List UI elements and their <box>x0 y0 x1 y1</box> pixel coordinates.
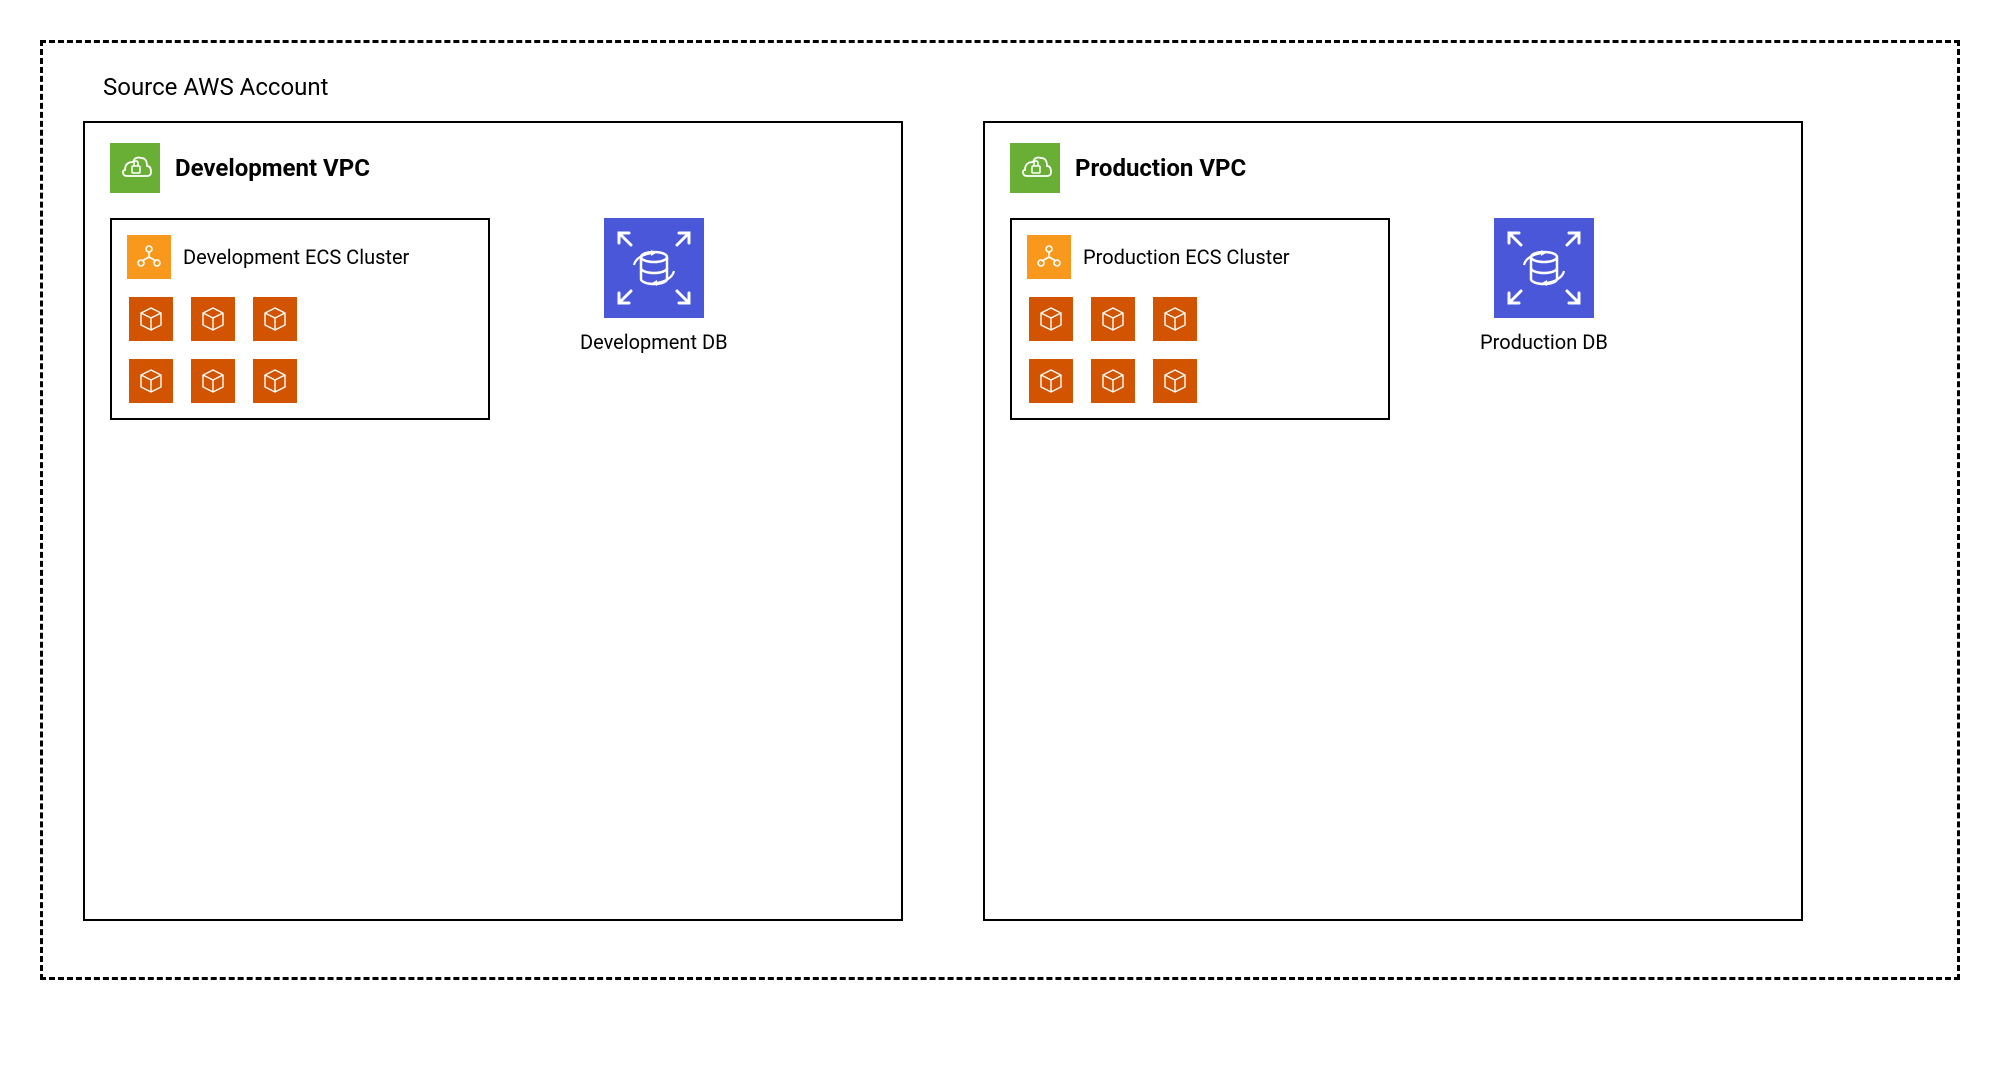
vpc-content: Production ECS Cluster <box>1010 218 1776 420</box>
database-icon <box>604 218 704 318</box>
vpc-title: Production VPC <box>1075 154 1246 182</box>
vpc-icon <box>1010 143 1060 193</box>
account-title: Source AWS Account <box>103 73 1917 101</box>
container-icon <box>1029 297 1073 341</box>
db-section-development: Development DB <box>580 218 728 354</box>
container-icon <box>1029 359 1073 403</box>
container-icon <box>1153 297 1197 341</box>
container-icon <box>253 297 297 341</box>
ecs-header: Development ECS Cluster <box>127 235 473 279</box>
vpc-header: Development VPC <box>110 143 876 193</box>
vpcs-row: Development VPC <box>83 121 1917 921</box>
ecs-cluster-production: Production ECS Cluster <box>1010 218 1390 420</box>
vpc-development: Development VPC <box>83 121 903 921</box>
vpc-icon <box>110 143 160 193</box>
container-grid <box>1029 297 1373 403</box>
db-label: Development DB <box>580 330 728 354</box>
ecs-cluster-title: Production ECS Cluster <box>1083 245 1290 269</box>
db-label: Production DB <box>1480 330 1608 354</box>
container-icon <box>1153 359 1197 403</box>
container-icon <box>253 359 297 403</box>
database-icon <box>1494 218 1594 318</box>
ecs-icon <box>127 235 171 279</box>
container-icon <box>129 359 173 403</box>
db-section-production: Production DB <box>1480 218 1608 354</box>
vpc-content: Development ECS Cluster <box>110 218 876 420</box>
container-grid <box>129 297 473 403</box>
vpc-production: Production VPC <box>983 121 1803 921</box>
container-icon <box>1091 359 1135 403</box>
container-icon <box>191 297 235 341</box>
aws-account-container: Source AWS Account Development VPC <box>40 40 1960 980</box>
ecs-header: Production ECS Cluster <box>1027 235 1373 279</box>
container-icon <box>129 297 173 341</box>
container-icon <box>1091 297 1135 341</box>
ecs-cluster-development: Development ECS Cluster <box>110 218 490 420</box>
container-icon <box>191 359 235 403</box>
vpc-header: Production VPC <box>1010 143 1776 193</box>
ecs-icon <box>1027 235 1071 279</box>
vpc-title: Development VPC <box>175 154 370 182</box>
ecs-cluster-title: Development ECS Cluster <box>183 245 409 269</box>
